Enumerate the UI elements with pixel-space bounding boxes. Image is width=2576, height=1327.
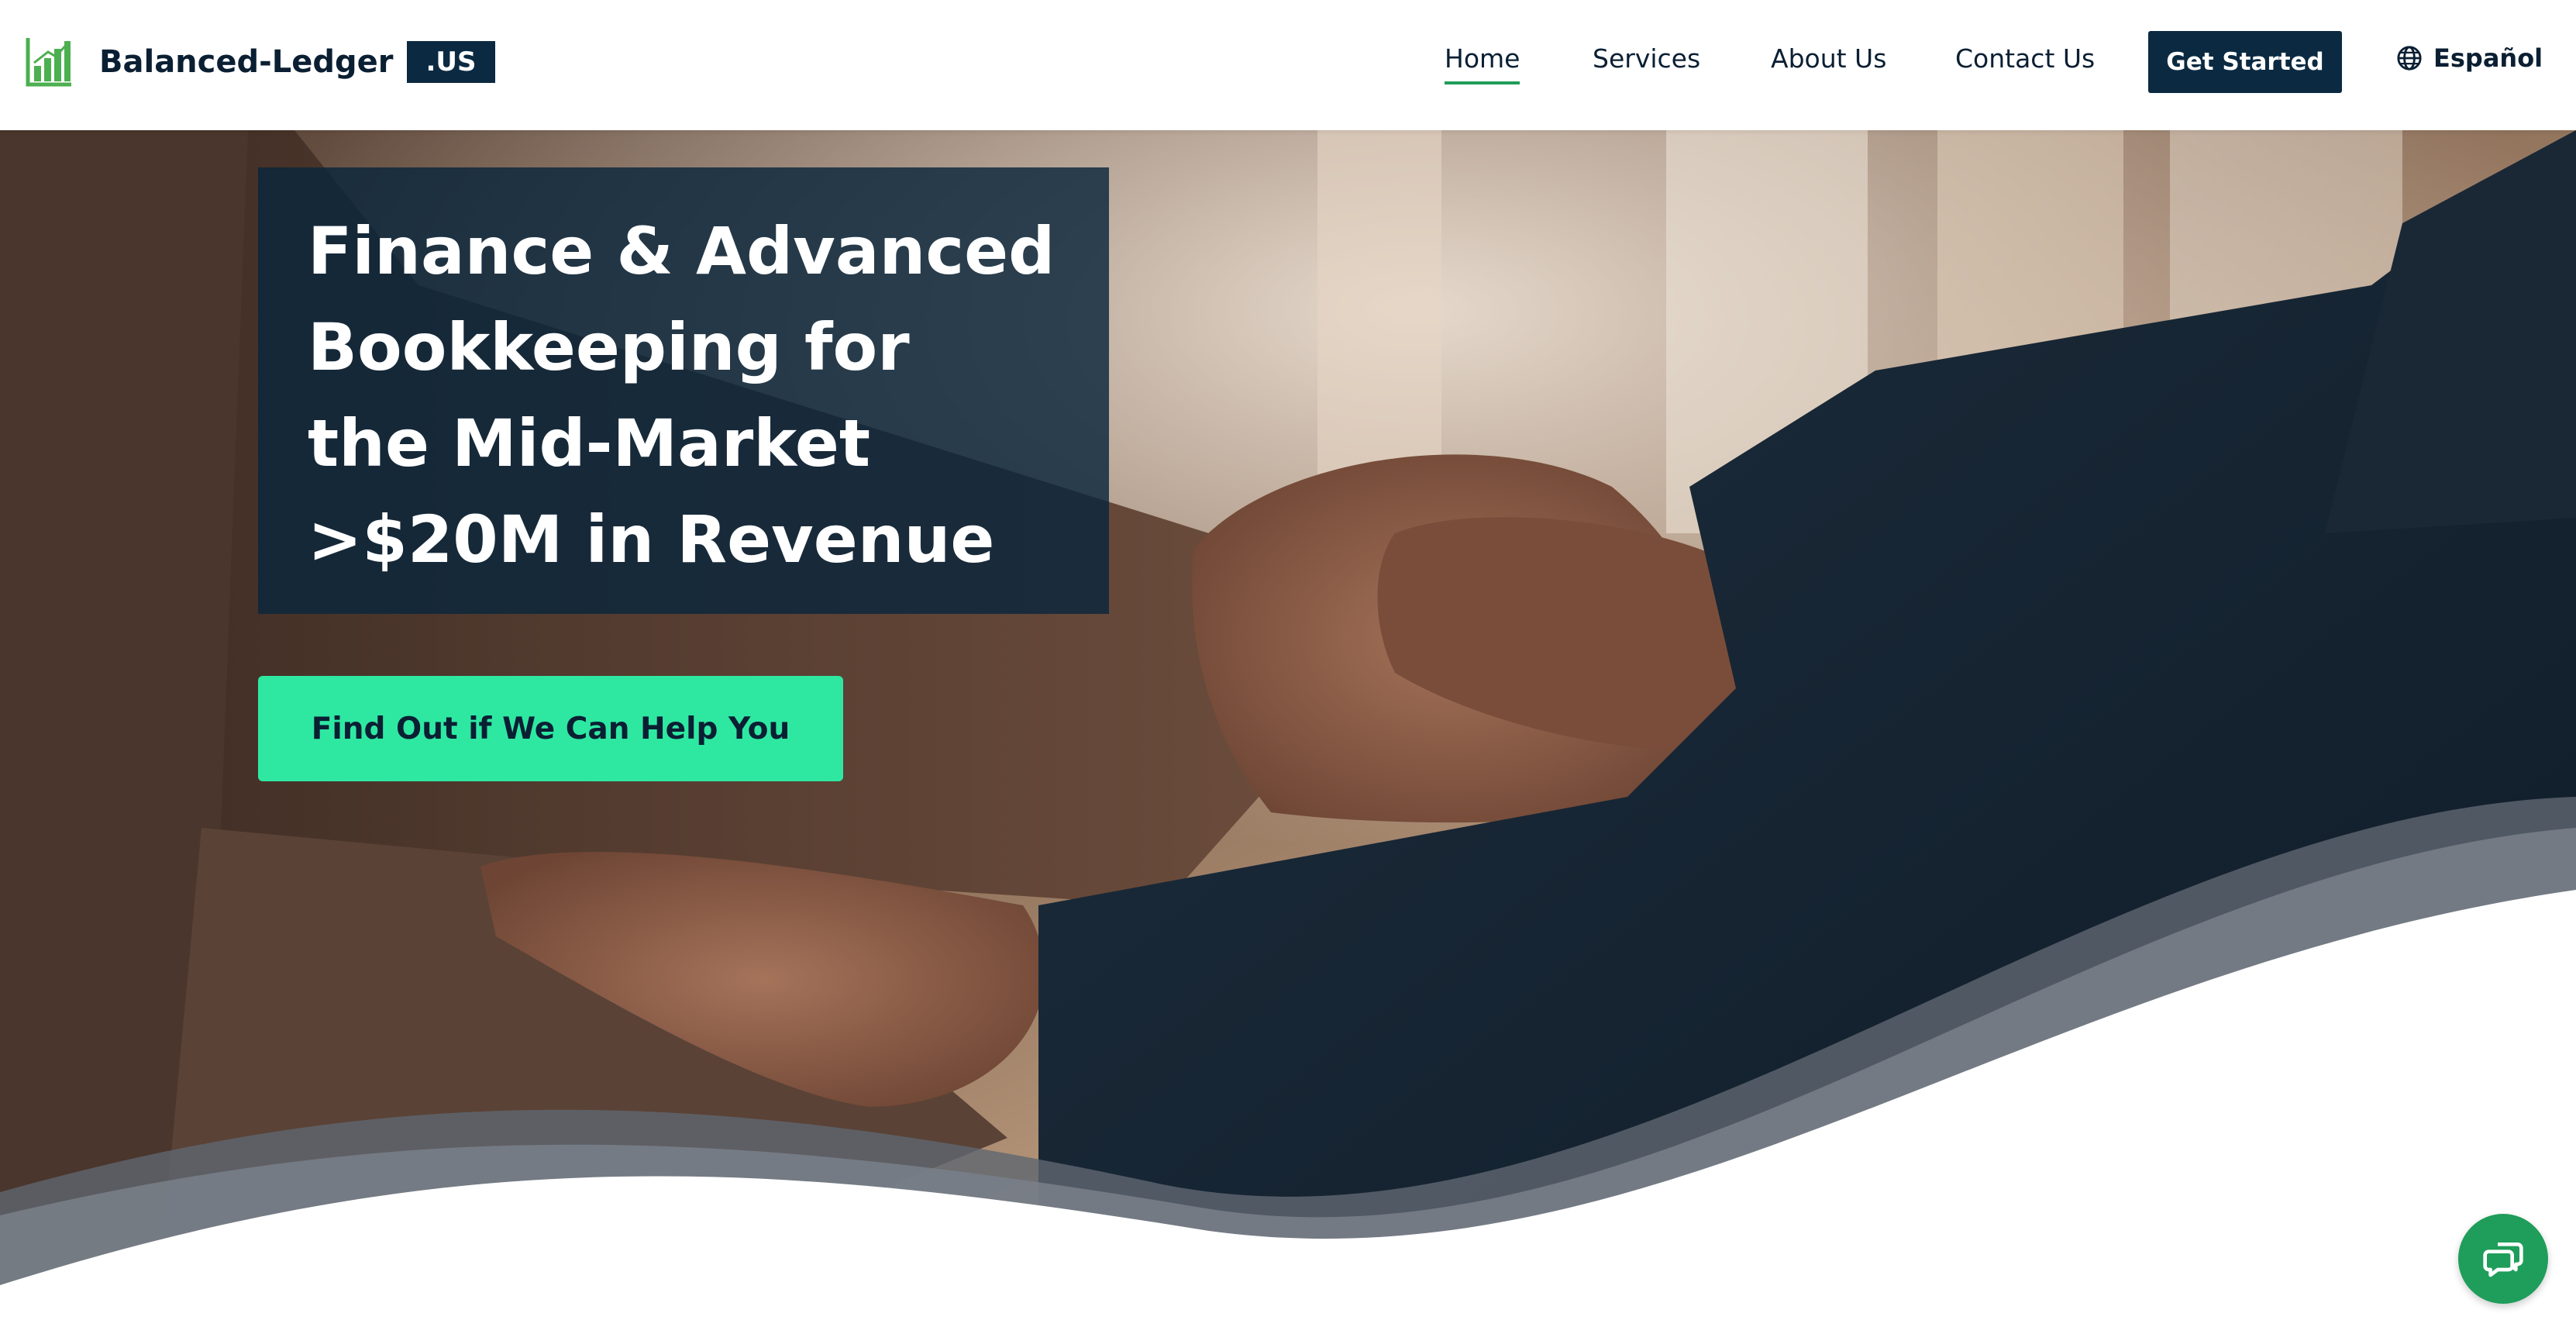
language-switcher[interactable]: Español	[2396, 43, 2543, 73]
hero-section: Finance & Advanced Bookkeeping for the M…	[0, 130, 2576, 1327]
nav-about-us[interactable]: About Us	[1771, 43, 1886, 74]
get-started-button[interactable]: Get Started	[2148, 31, 2342, 93]
brand-tld: .US	[407, 41, 495, 83]
nav-home[interactable]: Home	[1445, 43, 1520, 84]
page: Balanced-Ledger .US Home Services About …	[0, 0, 2576, 1327]
wave-divider	[0, 797, 2576, 1327]
brand-name: Balanced-Ledger	[99, 44, 394, 80]
site-header: Balanced-Ledger .US Home Services About …	[0, 0, 2576, 130]
globe-icon	[2397, 46, 2422, 71]
logo-link[interactable]: Balanced-Ledger .US	[25, 36, 495, 88]
bar-chart-icon	[26, 38, 71, 87]
language-label: Español	[2433, 43, 2543, 73]
nav-contact-us[interactable]: Contact Us	[1955, 43, 2095, 74]
chat-bubbles-icon	[2483, 1243, 2523, 1277]
nav-services[interactable]: Services	[1593, 43, 1700, 74]
chat-button[interactable]	[2458, 1214, 2548, 1304]
